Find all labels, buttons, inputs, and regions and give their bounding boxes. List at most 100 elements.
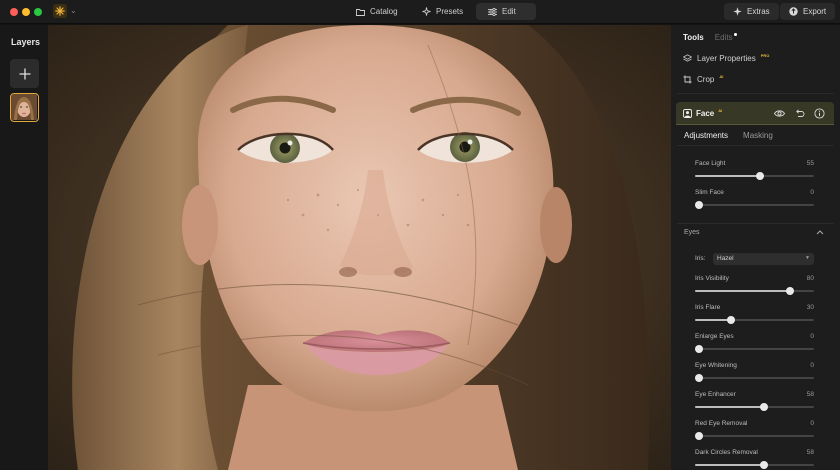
slider-track[interactable] (695, 316, 814, 324)
slider-track[interactable] (695, 287, 814, 295)
slider-label: Eye Whitening (695, 362, 737, 369)
crop-label: Crop (697, 75, 715, 84)
export-button[interactable]: Export (780, 3, 836, 20)
face-title-label: Face (696, 109, 715, 118)
slider-label: Iris Flare (695, 304, 721, 311)
chevron-up-icon[interactable] (816, 229, 824, 235)
slider-track[interactable] (695, 403, 814, 411)
slider-label: Dark Circles Removal (695, 449, 758, 456)
crop-icon (683, 75, 692, 84)
slider-knob[interactable] (786, 287, 795, 295)
slider-knob[interactable] (756, 172, 765, 180)
photo-canvas[interactable] (48, 25, 671, 470)
close-window-button[interactable] (10, 8, 18, 16)
sliders-icon (488, 7, 497, 16)
presets-tab[interactable]: Presets (410, 3, 475, 20)
slider-track[interactable] (695, 172, 814, 180)
ai-badge: AI (718, 108, 723, 113)
slider-value: 58 (806, 391, 814, 398)
tab-tools[interactable]: Tools (683, 33, 704, 42)
portrait-photo (48, 25, 671, 470)
zoom-window-button[interactable] (34, 8, 42, 16)
slider-label: Face Light (695, 160, 726, 167)
plus-icon (19, 68, 30, 79)
panel-tabs: Tools Edits (683, 33, 737, 42)
slider-knob[interactable] (760, 403, 769, 411)
tab-adjustments[interactable]: Adjustments (684, 131, 728, 140)
extras-button[interactable]: Extras (724, 3, 779, 20)
layer-properties-label: Layer Properties (697, 54, 756, 63)
divider (677, 223, 834, 224)
edit-label: Edit (502, 7, 516, 16)
slider-fill (695, 175, 761, 177)
slider-value: 0 (810, 362, 814, 369)
sparkle-icon (733, 7, 742, 16)
layer-properties-item[interactable]: Layer Properties PRO (683, 53, 770, 63)
presets-label: Presets (436, 7, 464, 16)
add-layer-button[interactable] (10, 59, 39, 88)
face-title: Face AI (683, 108, 723, 118)
folder-icon (356, 8, 365, 16)
slider-value: 0 (810, 333, 814, 340)
eyes-section-label: Eyes (684, 229, 700, 236)
slider-value: 0 (810, 420, 814, 427)
ai-badge: AI (719, 74, 724, 79)
iris-label: Iris: (695, 255, 706, 262)
face-section-header[interactable]: Face AI (676, 102, 834, 125)
slider-knob[interactable] (726, 316, 735, 324)
iris-color-select[interactable]: Hazel ▼ (713, 253, 814, 265)
slider-fill (695, 464, 765, 466)
slider-label: Iris Visibility (695, 275, 729, 282)
face-subtabs: Adjustments Masking (684, 131, 773, 140)
chevron-down-icon[interactable]: ⌄ (70, 6, 77, 15)
edits-indicator-dot (733, 33, 737, 36)
iris-row: Iris: Hazel ▼ (695, 253, 814, 265)
slider-knob[interactable] (695, 201, 703, 209)
layer-thumbnail[interactable] (10, 93, 39, 122)
eyes-section-header[interactable]: Eyes (684, 229, 824, 236)
minimize-window-button[interactable] (22, 8, 30, 16)
slider-knob[interactable] (695, 432, 703, 440)
sparkle-icon (422, 7, 431, 16)
pro-badge: PRO (760, 53, 770, 58)
app-logo-icon[interactable] (53, 4, 67, 18)
layer-thumbnail-image (11, 94, 37, 120)
tools-panel: Tools Edits Layer Properties PRO Crop AI… (671, 25, 840, 470)
slider-knob[interactable] (760, 461, 769, 469)
slider-knob[interactable] (695, 345, 703, 353)
tab-masking[interactable]: Masking (743, 131, 773, 140)
divider (677, 93, 834, 94)
slider-fill (695, 406, 765, 408)
catalog-tab[interactable]: Catalog (344, 3, 410, 20)
divider (677, 145, 834, 146)
edit-tab[interactable]: Edit (476, 3, 536, 20)
slider-value: 55 (806, 160, 814, 167)
info-icon[interactable] (814, 108, 825, 119)
slider-label: Red Eye Removal (695, 420, 748, 427)
slider-knob[interactable] (695, 374, 703, 382)
slider-value: 80 (806, 275, 814, 282)
slider-track[interactable] (695, 461, 814, 469)
export-label: Export (803, 7, 827, 16)
eye-icon[interactable] (774, 108, 785, 119)
slider-fill (695, 319, 731, 321)
slider-label: Eye Enhancer (695, 391, 736, 398)
slider-track[interactable] (695, 374, 814, 382)
slider-track[interactable] (695, 201, 814, 209)
tab-edits-label: Edits (714, 33, 733, 42)
slider-track[interactable] (695, 345, 814, 353)
crop-item[interactable]: Crop AI (683, 74, 724, 84)
title-bar: ⌄ Catalog Presets Edit Extras Export (0, 0, 840, 24)
layers-panel: Layers (0, 25, 48, 470)
chevron-down-icon: ▼ (805, 255, 810, 261)
slider-value: 0 (810, 189, 814, 196)
catalog-label: Catalog (370, 7, 398, 16)
slider-track[interactable] (695, 432, 814, 440)
slider-value: 58 (806, 449, 814, 456)
face-icon (683, 109, 692, 118)
tab-edits[interactable]: Edits (715, 33, 737, 42)
slider-label: Slim Face (695, 189, 724, 196)
slider-label: Enlarge Eyes (695, 333, 734, 340)
undo-icon[interactable] (794, 108, 805, 119)
slider-fill (695, 290, 791, 292)
